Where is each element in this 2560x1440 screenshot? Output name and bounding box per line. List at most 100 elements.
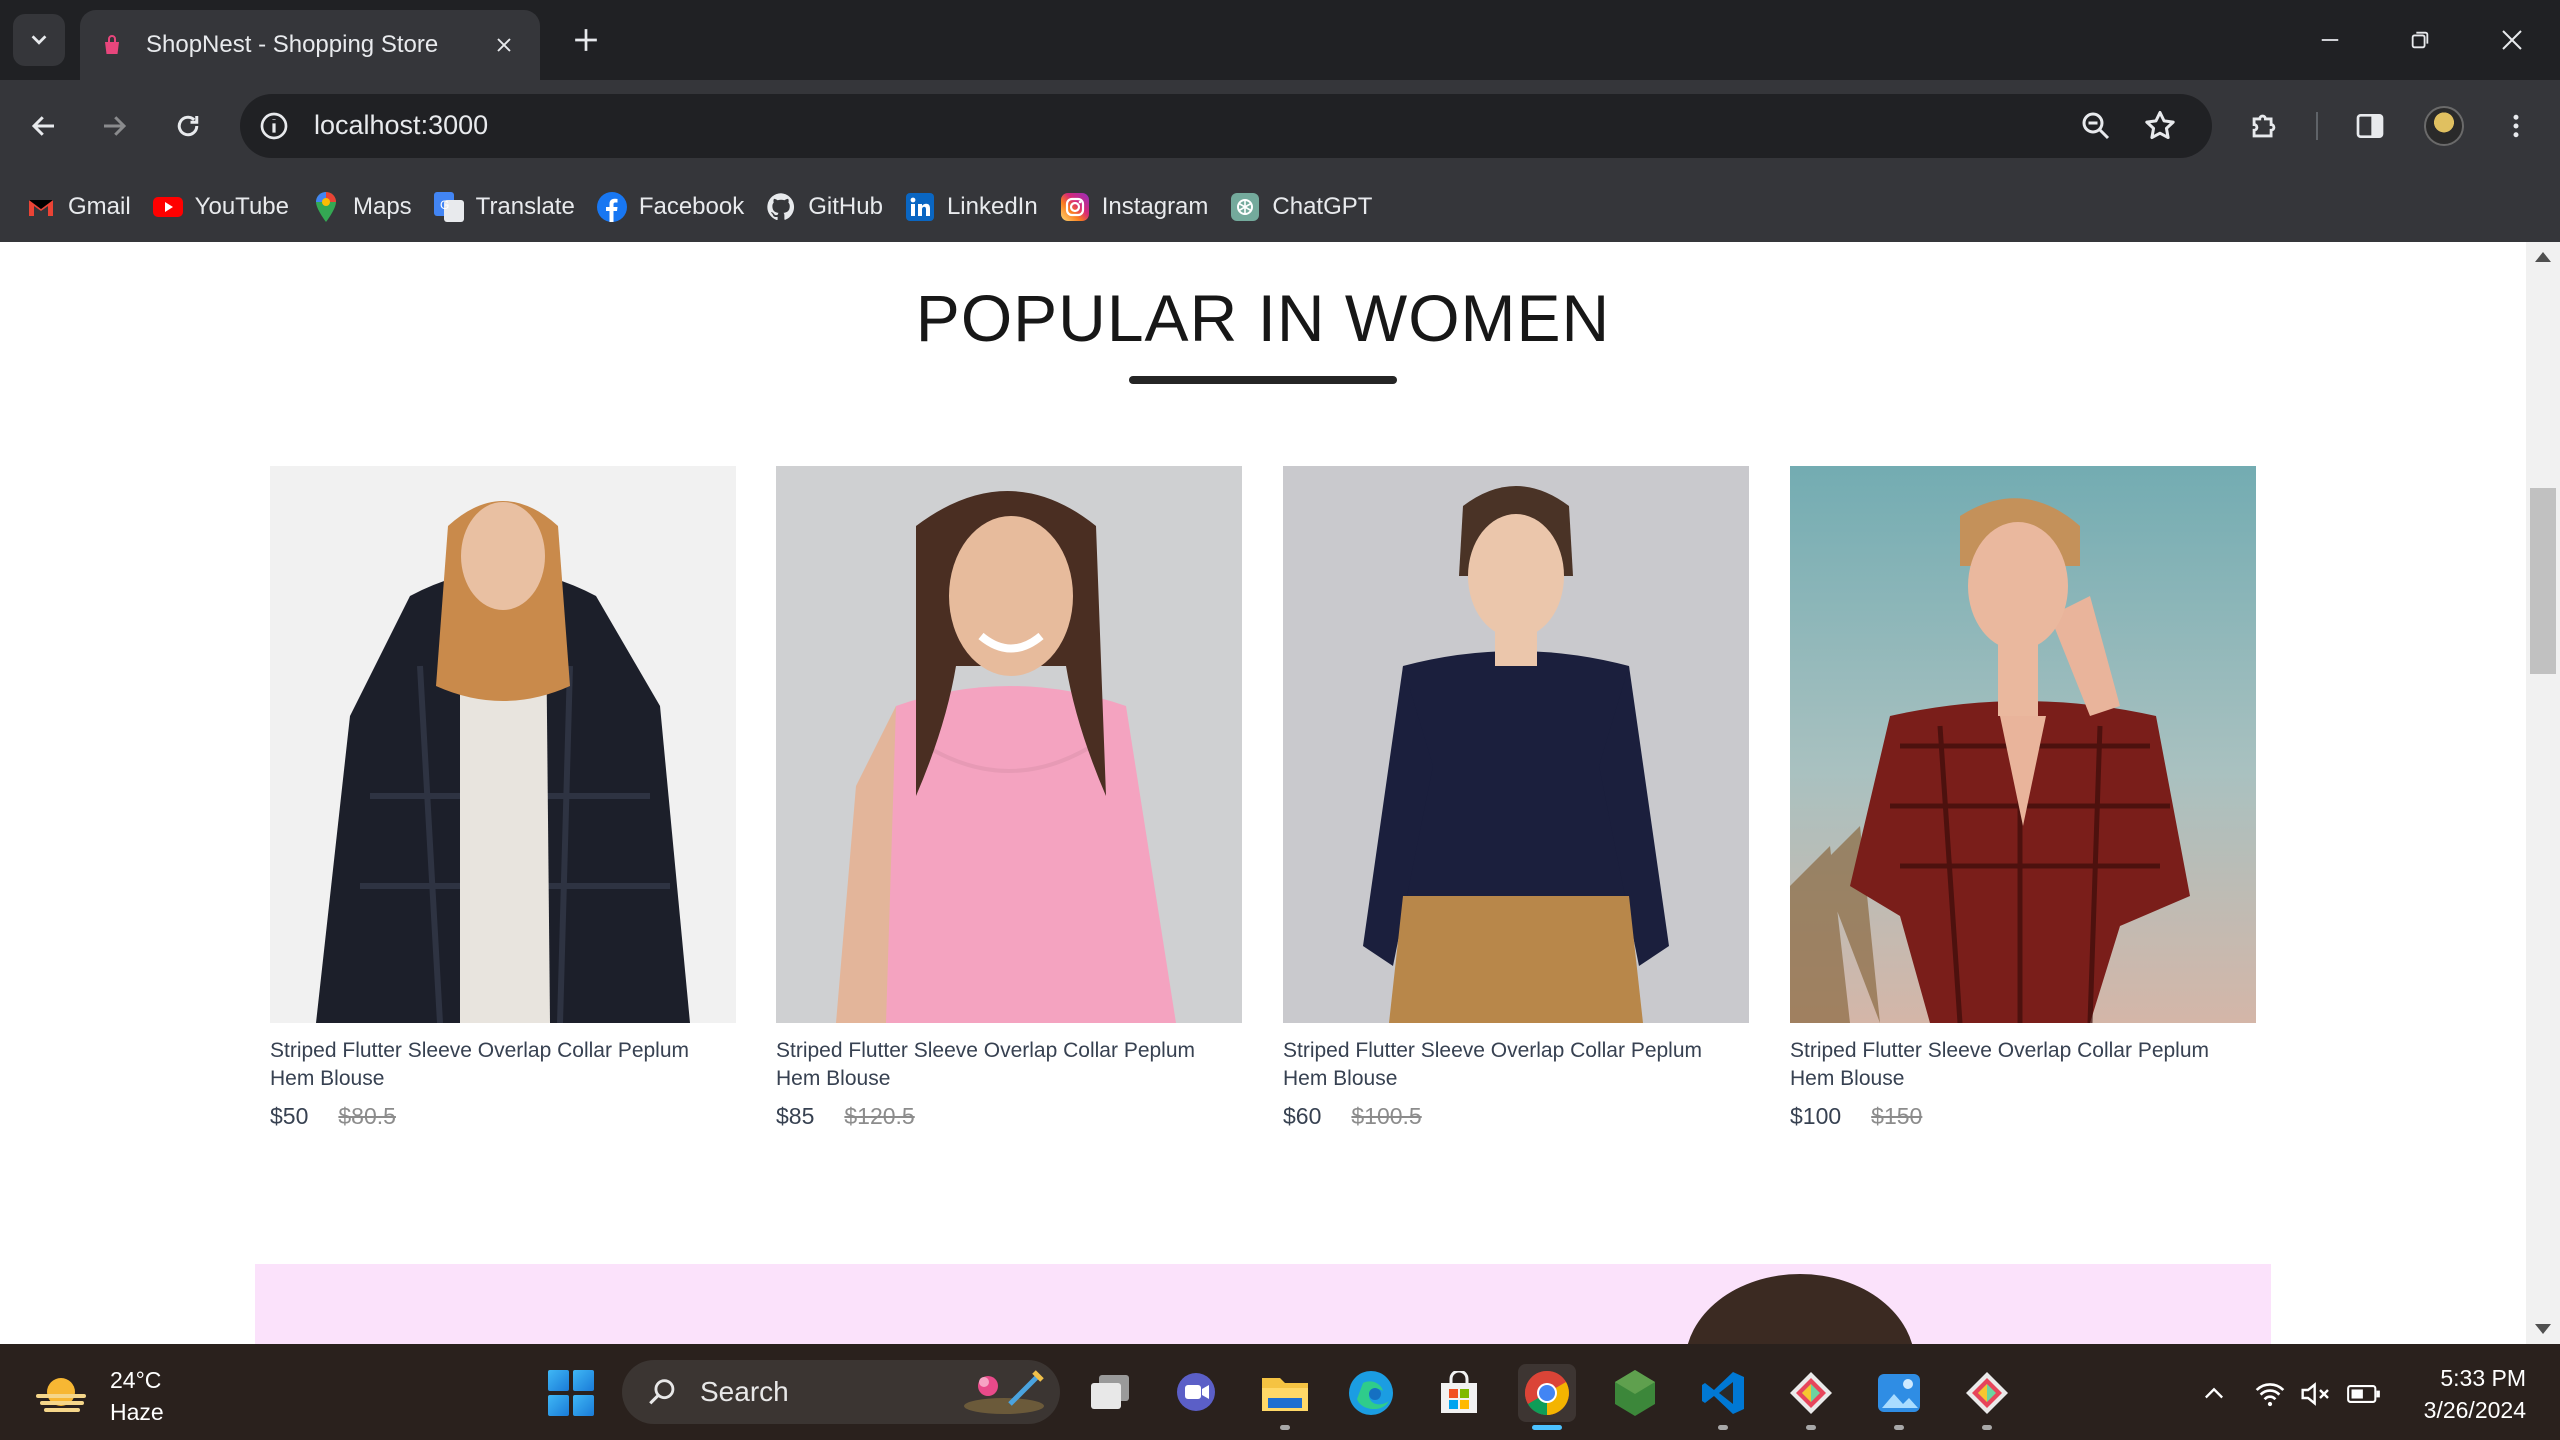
taskbar-vscode[interactable] [1694,1364,1752,1430]
bookmark-youtube[interactable]: YouTube [151,185,303,229]
bookmark-instagram[interactable]: Instagram [1058,185,1223,229]
product-name[interactable]: Striped Flutter Sleeve Overlap Collar Pe… [270,1037,736,1093]
active-indicator [1532,1425,1562,1430]
taskbar-task-view[interactable] [1082,1364,1140,1422]
new-price: $85 [776,1103,815,1129]
bookmark-translate[interactable]: G Translate [432,185,589,229]
wifi-icon [2255,1383,2285,1407]
weather-description: Haze [110,1399,164,1425]
extensions-button[interactable] [2242,104,2286,148]
side-panel-button[interactable] [2348,104,2392,148]
product-name[interactable]: Striped Flutter Sleeve Overlap Collar Pe… [776,1037,1242,1093]
chrome-icon [1525,1371,1569,1415]
network-button[interactable] [2252,1376,2288,1412]
chevron-down-icon [31,35,47,45]
scrollbar-thumb[interactable] [2526,484,2560,678]
zoom-icon[interactable] [2078,108,2114,144]
new-price: $100 [1790,1103,1842,1129]
folder-icon [1262,1378,1308,1411]
facebook-icon [596,192,627,222]
snipping-tool-icon [1966,1372,2008,1414]
browser-menu-button[interactable] [2494,104,2538,148]
battery-button[interactable] [2346,1376,2382,1412]
bookmark-linkedin[interactable]: LinkedIn [903,185,1052,229]
old-price: $150 [1871,1103,1923,1129]
reload-button[interactable] [166,104,210,148]
weather-widget[interactable]: 24°C Haze [36,1364,164,1428]
instagram-icon [1060,193,1089,221]
old-price: $80.5 [338,1103,396,1129]
product-card[interactable]: Striped Flutter Sleeve Overlap Collar Pe… [1283,466,1749,1130]
scroll-up-arrow-icon[interactable] [2535,252,2551,262]
taskbar-file-explorer[interactable] [1256,1364,1314,1430]
address-bar[interactable]: localhost:3000 [240,94,2212,158]
info-icon[interactable] [258,110,290,142]
new-price: $60 [1283,1103,1322,1129]
volume-button[interactable] [2298,1376,2334,1412]
taskbar-store[interactable] [1430,1364,1488,1422]
taskbar-nodejs[interactable] [1606,1364,1664,1422]
taskbar-search[interactable]: Search [622,1360,1060,1424]
scroll-down-arrow-icon[interactable] [2535,1324,2551,1334]
side-panel-icon [2356,114,2384,138]
product-image[interactable] [776,466,1242,1023]
tab-close-button[interactable] [488,29,520,61]
product-image[interactable] [270,466,736,1023]
profile-avatar[interactable] [2424,106,2464,146]
microsoft-store-icon [1441,1371,1477,1413]
arrow-right-icon [104,116,127,136]
back-button[interactable] [22,104,66,148]
taskbar-teams-chat[interactable] [1168,1364,1226,1422]
restore-button[interactable] [2390,16,2450,64]
minimize-button[interactable] [2300,16,2360,64]
forward-button[interactable] [92,104,136,148]
tab-search-button[interactable] [13,14,65,66]
puzzle-icon [2252,114,2276,138]
product-name[interactable]: Striped Flutter Sleeve Overlap Collar Pe… [1283,1037,1749,1093]
bookmark-label: YouTube [194,193,289,220]
show-hidden-icons-button[interactable] [2196,1376,2232,1412]
product-image[interactable] [1283,466,1749,1023]
toolbar-separator [2316,112,2318,140]
active-tab[interactable]: ShopNest - Shopping Store [80,10,540,80]
taskbar-snipping-tool-2[interactable] [1958,1364,2016,1430]
photos-icon [1878,1374,1920,1412]
url-text[interactable]: localhost:3000 [314,110,488,141]
product-card[interactable]: Striped Flutter Sleeve Overlap Collar Pe… [1790,466,2256,1130]
close-window-button[interactable] [2482,16,2542,64]
taskbar-edge[interactable] [1342,1364,1400,1422]
shopnest-favicon-icon [105,35,119,54]
page-scrollbar[interactable] [2526,242,2560,1344]
start-button[interactable] [548,1370,594,1416]
bookmark-facebook[interactable]: Facebook [595,185,758,229]
bookmark-gmail[interactable]: Gmail [24,185,145,229]
taskbar-photos[interactable] [1870,1364,1928,1430]
product-prices: $85 $120.5 [776,1103,1242,1130]
bookmark-chatgpt[interactable]: ChatGPT [1228,185,1386,229]
bookmark-label: Facebook [638,193,745,220]
youtube-icon [152,197,183,217]
bookmark-github[interactable]: GitHub [764,185,897,229]
bookmark-maps[interactable]: Maps [309,185,426,229]
haze-weather-icon [36,1378,86,1412]
bookmark-star-icon[interactable] [2142,108,2178,144]
bookmark-label: Instagram [1101,193,1209,220]
taskbar-snipping-tool-1[interactable] [1782,1364,1840,1430]
system-clock[interactable]: 5:33 PM 3/26/2024 [2406,1362,2526,1426]
tab-title: ShopNest - Shopping Store [146,31,439,58]
page-viewport: POPULAR IN WOMEN Striped Flutter Sleeve … [0,242,2526,1344]
bookmark-label: Gmail [68,193,131,220]
snipping-tool-icon [1790,1372,1832,1414]
product-image[interactable] [1790,466,2256,1023]
banner-model-image [1685,1274,1915,1344]
chevron-up-icon [2205,1387,2223,1399]
browser-toolbar: localhost:3000 [0,80,2560,172]
new-tab-button[interactable] [566,20,606,60]
product-name[interactable]: Striped Flutter Sleeve Overlap Collar Pe… [1790,1037,2256,1093]
translate-icon: G [433,192,464,222]
bookmark-label: GitHub [808,193,883,220]
taskbar-chrome[interactable] [1518,1364,1576,1430]
product-card[interactable]: Striped Flutter Sleeve Overlap Collar Pe… [270,466,736,1130]
search-label: Search [700,1376,789,1407]
product-card[interactable]: Striped Flutter Sleeve Overlap Collar Pe… [776,466,1242,1130]
